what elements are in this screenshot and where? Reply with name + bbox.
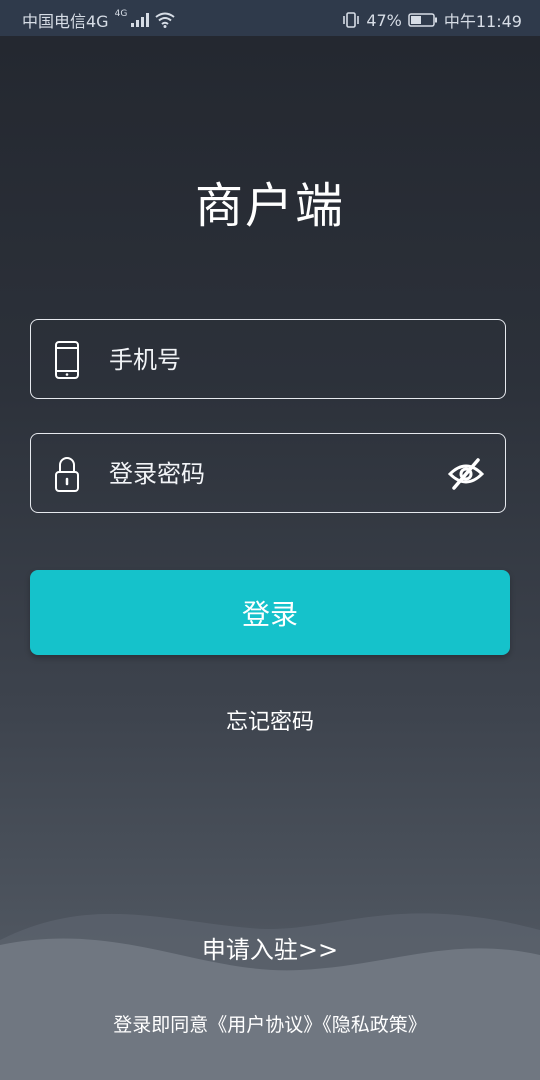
- phone-input[interactable]: [109, 338, 439, 382]
- vibrate-icon: [342, 12, 360, 28]
- status-left: 中国电信4G 4G: [22, 8, 175, 32]
- battery-percent: 47%: [366, 10, 402, 30]
- forgot-password-link[interactable]: 忘记密码: [0, 704, 540, 736]
- page-title: 商户端: [194, 178, 345, 234]
- wave-decoration: [0, 913, 540, 1080]
- status-bar: 中国电信4G 4G 47% 中午11:49: [0, 0, 540, 36]
- login-button[interactable]: 登录: [30, 570, 510, 655]
- phone-field[interactable]: [30, 319, 506, 399]
- apply-link[interactable]: 申请入驻>>: [0, 930, 540, 965]
- network-badge: 4G: [114, 9, 128, 19]
- password-field[interactable]: [30, 433, 506, 513]
- carrier-label: 中国电信4G: [22, 12, 109, 31]
- agreement-prefix: 登录即同意: [113, 1014, 209, 1036]
- agreement-text: 登录即同意《用户协议》《隐私政策》: [0, 1010, 540, 1037]
- wifi-icon: [155, 12, 175, 28]
- phone-icon: [51, 340, 83, 380]
- battery-icon: [408, 13, 438, 27]
- signal-icon: [131, 13, 150, 27]
- status-right: 47% 中午11:49: [342, 8, 522, 32]
- eye-off-icon[interactable]: [447, 456, 485, 492]
- privacy-policy-link[interactable]: 《隐私政策》: [322, 1014, 427, 1036]
- lock-icon: [51, 454, 83, 494]
- clock: 中午11:49: [443, 12, 522, 31]
- user-agreement-link[interactable]: 《用户协议》: [208, 1014, 322, 1036]
- password-input[interactable]: [109, 452, 439, 496]
